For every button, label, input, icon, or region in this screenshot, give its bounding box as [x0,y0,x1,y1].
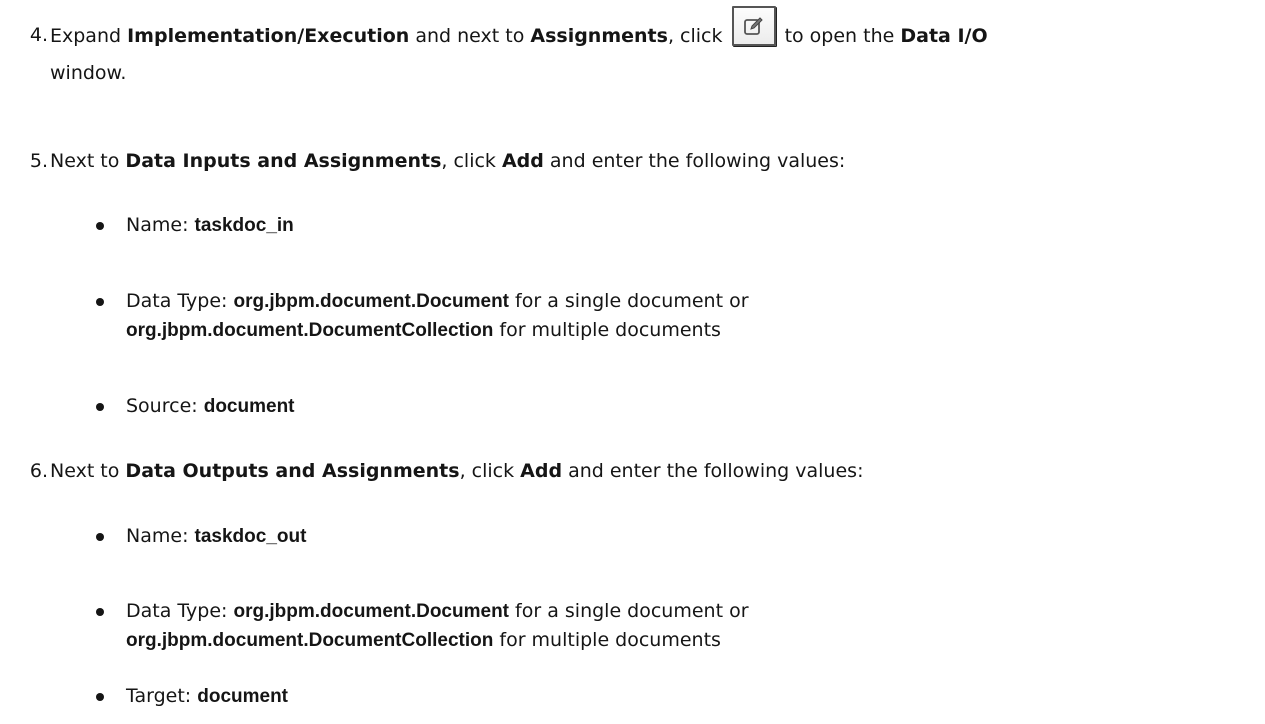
text: and enter the following values: [543,150,846,172]
field-label: Data Type [126,290,222,312]
text: , click [459,460,521,482]
field-label: Source [126,395,192,417]
edit-icon [731,6,776,46]
field-value: org.jbpm.document.DocumentCollection [126,630,494,651]
step-number: 5. [29,150,48,172]
field-value: org.jbpm.document.Document [233,601,510,622]
field-value: taskdoc_out [194,526,307,547]
text: Expand [50,25,128,47]
field-label: Name [126,525,183,547]
step-text: Expand Implementation/Execution and next… [50,6,1260,51]
separator: : [182,525,195,547]
text: for multiple documents [493,319,721,341]
step-number: 6. [29,460,48,482]
text: Next to [50,460,126,482]
text: for a single document or [509,600,749,622]
field-label: Data Type [126,600,222,622]
text: for multiple documents [493,629,721,651]
step-number: 4. [29,24,48,46]
step-text: Next to Data Inputs and Assignments, cli… [50,146,1260,176]
ui-term: Assignments [530,25,668,47]
text: and next to [409,25,531,47]
bullet-icon [96,608,104,616]
field-value: org.jbpm.document.Document [233,291,510,312]
text: to open the [778,25,901,47]
field-value: document [197,686,289,707]
text: and enter the following values: [562,460,864,482]
ui-term: Data Inputs and Assignments [125,150,442,172]
field-label: Target [126,685,185,707]
text: , click [441,150,502,172]
ui-term: Data I/O [900,25,988,47]
field-value: taskdoc_in [194,215,294,236]
separator: : [221,290,234,312]
bullet-icon [96,403,104,411]
ui-term: Add [501,150,544,172]
bullet-icon [96,693,104,701]
text: Next to [50,150,126,172]
bullet-icon [96,533,104,541]
separator: : [191,395,204,417]
field-value: org.jbpm.document.DocumentCollection [126,320,494,341]
field-value: document [203,396,295,417]
text: for a single document or [509,290,749,312]
text: window. [50,62,127,84]
ui-term: Add [520,460,563,482]
separator: : [184,685,198,707]
ui-term: Data Outputs and Assignments [125,460,460,482]
step-text: Next to Data Outputs and Assignments, cl… [50,456,1260,486]
separator: : [221,600,234,622]
ui-term: Implementation/Execution [127,25,410,47]
bullet-icon [96,298,104,306]
text: , click [667,25,729,47]
field-label: Name [126,214,183,236]
separator: : [182,214,195,236]
bullet-icon [96,222,104,230]
document-body: 4. Expand Implementation/Execution and n… [0,0,1265,724]
